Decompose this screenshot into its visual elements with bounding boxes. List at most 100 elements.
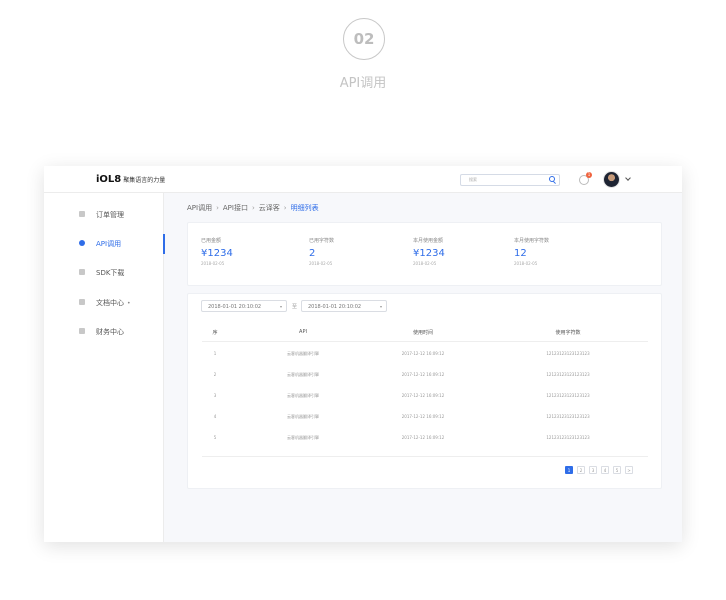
search-icon[interactable]	[549, 176, 555, 182]
sidebar-item-text: 文档中心	[96, 299, 124, 307]
stat-date: 2018-02-05	[309, 261, 333, 266]
sidebar-item-finance[interactable]: 财务中心	[44, 322, 164, 342]
section-title: API调用	[339, 76, 387, 91]
table-row[interactable]: 2 云客机器翻译引擎 2017-12-12 16:09:12 121231231…	[202, 364, 648, 385]
cell-chars: 12123123123123123	[546, 414, 590, 419]
end-date-input[interactable]: 2018-01-01 20:10:02 ▾	[301, 300, 387, 312]
table-row[interactable]: 5 云客机器翻译引擎 2017-12-12 16:09:12 121231231…	[202, 427, 648, 448]
shop-icon	[79, 211, 85, 217]
stat-date: 2018-02-05	[201, 261, 225, 266]
chevron-down-icon[interactable]	[625, 175, 631, 181]
cloud-icon	[79, 269, 85, 275]
search-input[interactable]: 搜索	[460, 174, 560, 186]
stat-used-amount: 已用金额 ¥1234 2018-02-05	[201, 237, 301, 266]
user-avatar[interactable]	[603, 171, 620, 188]
cell-time: 2017-12-12 16:09:12	[401, 351, 445, 356]
step-number-badge: 02	[343, 18, 385, 60]
stat-value: ¥1234	[201, 248, 233, 259]
column-header: 序	[212, 330, 218, 336]
cell-time: 2017-12-12 16:09:12	[401, 414, 445, 419]
cell-index: 5	[213, 435, 217, 440]
stat-value: ¥1234	[413, 248, 445, 259]
start-date-value: 2018-01-01 20:10:02	[208, 304, 262, 310]
stat-date: 2018-02-05	[413, 261, 437, 266]
cell-index: 3	[213, 393, 217, 398]
sidebar-item-label: 财务中心	[96, 328, 124, 336]
page-button-5[interactable]: 5	[613, 466, 621, 474]
page-button-2[interactable]: 2	[577, 466, 585, 474]
gear-icon	[79, 240, 85, 246]
breadcrumb-current: 明细列表	[290, 204, 319, 212]
sidebar-item-label: API调用	[96, 240, 122, 248]
table-row[interactable]: 1 云客机器翻译引擎 2017-12-12 16:09:12 121231231…	[202, 343, 648, 364]
cell-api: 云客机器翻译引擎	[287, 372, 319, 377]
stat-value: 2	[309, 248, 316, 259]
table-row[interactable]: 4 云客机器翻译引擎 2017-12-12 16:09:12 121231231…	[202, 406, 648, 427]
cell-chars: 12123123123123123	[546, 435, 590, 440]
step-number: 02	[353, 30, 375, 48]
sidebar-item-api[interactable]: API调用	[44, 234, 165, 254]
breadcrumb-item[interactable]: 云译客	[259, 204, 280, 212]
cell-chars: 12123123123123123	[546, 351, 590, 356]
breadcrumb: API调用 › API接口 › 云译客 › 明细列表	[187, 203, 319, 213]
chevron-right-icon: ›	[251, 204, 255, 212]
cell-chars: 12123123123123123	[546, 372, 590, 377]
stat-label: 本月使用金额	[413, 238, 444, 244]
cell-api: 云客机器翻译引擎	[287, 414, 319, 419]
stat-label: 已用金额	[201, 238, 222, 244]
date-range-separator: 至	[292, 304, 298, 310]
sidebar-item-sdk[interactable]: SDK下载	[44, 263, 164, 283]
cell-time: 2017-12-12 16:09:12	[401, 435, 445, 440]
sidebar-item-orders[interactable]: 订单管理	[44, 205, 164, 225]
stat-used-chars: 已用字符数 2 2018-02-05	[309, 237, 409, 266]
sidebar-item-label: 订单管理	[96, 211, 124, 219]
next-page-button[interactable]: >	[625, 466, 633, 474]
end-date-value: 2018-01-01 20:10:02	[308, 304, 362, 310]
chevron-right-icon: ›	[216, 204, 219, 212]
stat-value: 12	[514, 248, 527, 259]
search-placeholder: 搜索	[469, 177, 477, 182]
page-button-3[interactable]: 3	[589, 466, 597, 474]
logo[interactable]: iOL8 聚集语言的力量	[96, 174, 165, 185]
cell-time: 2017-12-12 16:09:12	[401, 393, 445, 398]
sidebar-item-docs[interactable]: 文档中心 •	[44, 293, 164, 313]
page-button-4[interactable]: 4	[601, 466, 609, 474]
top-bar: iOL8 聚集语言的力量 搜索 1	[44, 166, 682, 193]
column-header: 使用时间	[412, 330, 433, 336]
sidebar-item-label: 文档中心 •	[96, 298, 131, 308]
stat-label: 本月使用字符数	[514, 238, 550, 244]
stat-month-amount: 本月使用金额 ¥1234 2018-02-05	[413, 237, 513, 266]
cell-api: 云客机器翻译引擎	[287, 393, 319, 398]
column-header: 使用字符数	[555, 330, 581, 336]
column-header: API	[299, 329, 307, 335]
chevron-right-icon: ›	[283, 204, 287, 212]
active-indicator	[163, 234, 165, 254]
chevron-down-icon: ▾	[379, 304, 382, 309]
cell-chars: 12123123123123123	[546, 393, 590, 398]
stats-card: 已用金额 ¥1234 2018-02-05 已用字符数 2 2018-02-05…	[187, 222, 662, 286]
cell-index: 4	[213, 414, 217, 419]
logo-text: iOL8	[96, 174, 122, 185]
logo-slogan: 聚集语言的力量	[123, 177, 166, 184]
coin-icon	[79, 328, 85, 334]
notification-count-badge: 1	[586, 172, 592, 178]
cell-api: 云客机器翻译引擎	[287, 351, 319, 356]
detail-list-card: 2018-01-01 20:10:02 ▾ 至 2018-01-01 20:10:…	[187, 293, 662, 489]
cell-api: 云客机器翻译引擎	[287, 435, 319, 440]
breadcrumb-item[interactable]: API接口	[223, 204, 248, 212]
table-row[interactable]: 3 云客机器翻译引擎 2017-12-12 16:09:12 121231231…	[202, 385, 648, 406]
page-button-1[interactable]: 1	[565, 466, 573, 474]
app-window: iOL8 聚集语言的力量 搜索 1 订单管理 API调用 SDK下载 文档中心 •	[44, 166, 682, 542]
expand-dot: •	[127, 300, 131, 307]
table-divider	[202, 456, 648, 457]
cell-index: 2	[213, 372, 217, 377]
start-date-input[interactable]: 2018-01-01 20:10:02 ▾	[201, 300, 287, 312]
folder-icon	[79, 299, 85, 305]
sidebar-item-label: SDK下载	[96, 269, 125, 277]
breadcrumb-item[interactable]: API调用	[187, 204, 212, 212]
stat-date: 2018-02-05	[514, 261, 538, 266]
cell-index: 1	[213, 351, 217, 356]
cell-time: 2017-12-12 16:09:12	[401, 372, 445, 377]
stat-label: 已用字符数	[309, 238, 335, 244]
table-header: 序 API 使用时间 使用字符数	[202, 322, 648, 342]
